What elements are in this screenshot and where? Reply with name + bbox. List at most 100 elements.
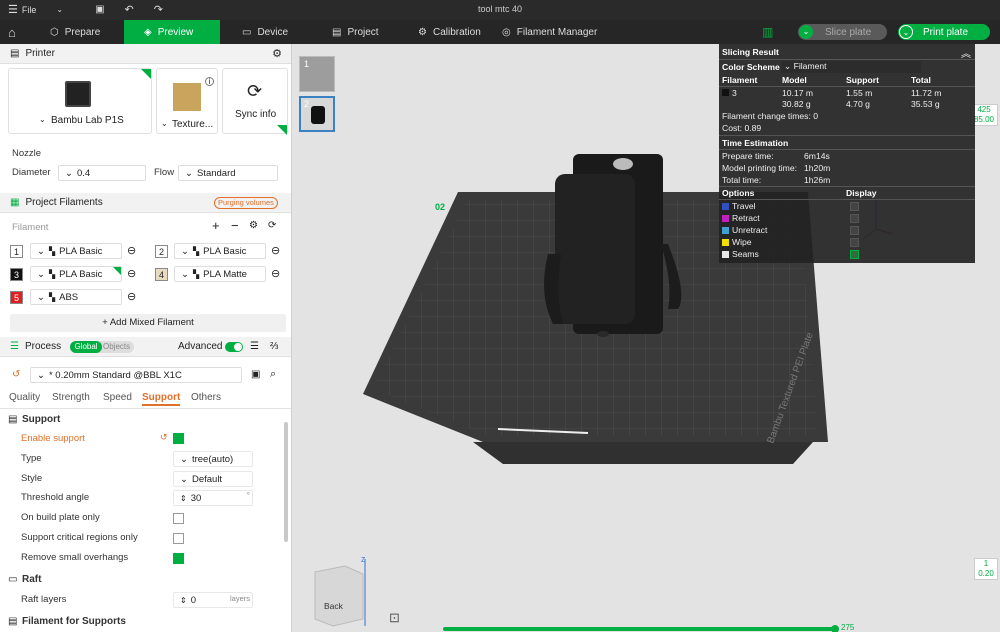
cube-icon: ⬡ [50,26,59,38]
filament-options-icon[interactable]: ⊖ [127,290,136,303]
sync-info-button[interactable]: ⟳ Sync info [222,68,288,135]
layer-bottom-number: 1 [983,559,989,568]
unretract-label: Unretract [732,225,768,235]
home-button[interactable]: ⌂ [0,20,32,44]
view-cube-back[interactable]: Back [324,601,343,611]
stepper-icon[interactable]: ⇕ [180,596,187,605]
color-scheme-select[interactable]: ⌄ Filament [781,61,921,73]
seams-display-checkbox[interactable] [850,250,859,259]
tab-filament-manager[interactable]: ◎ Filament Manager [492,20,612,44]
nozzle-diameter-select[interactable]: ⌄ 0.4 [58,165,146,181]
filament-select[interactable]: ⌄ ▚ PLA Matte [174,266,266,282]
plate-type-card[interactable]: i ⌄ Texture... [156,68,218,134]
reset-icon[interactable]: ↺ [12,369,20,380]
filament-type-icon: ▚ [192,269,200,279]
tab-preview[interactable]: ◈ Preview [124,20,220,44]
support-style-value: Default [191,473,223,485]
add-filament-icon[interactable]: + [212,218,220,233]
unretract-display-checkbox[interactable] [850,226,859,235]
printer-card[interactable]: ⌄ Bambu Lab P1S [8,68,152,134]
plate-thumbnail-selected[interactable]: 2 [299,96,335,132]
subtab-strength[interactable]: Strength [52,392,90,403]
camera-view-icon[interactable]: ⊡ [389,610,400,626]
usage-total-m: 11.72 m [911,88,942,98]
prepare-time-value: 6m14s [804,151,830,161]
tab-prepare[interactable]: ⬡ Prepare [40,20,120,44]
option-retract: Retract [722,213,972,223]
filament-options-icon[interactable]: ⊖ [127,267,136,280]
scrollbar[interactable] [284,422,288,542]
critical-regions-checkbox[interactable] [173,533,184,544]
filament-type-icon: ▚ [48,269,56,279]
plate-thumbnail[interactable]: 1 [299,56,335,92]
search-icon[interactable]: ⌕ [270,368,276,381]
reset-icon[interactable]: ↺ [160,432,168,443]
move-slider-handle[interactable] [831,625,839,632]
stepper-icon[interactable]: ⇕ [180,494,187,503]
filament-supports-heading: Filament for Supports [22,616,126,627]
build-plate-only-checkbox[interactable] [173,513,184,524]
settings-gear-icon[interactable]: ⚙ [272,47,282,60]
tab-calibration[interactable]: ⚙ Calibration [408,20,498,44]
filament-settings-icon[interactable]: ⚙ [249,220,258,231]
subtab-others[interactable]: Others [191,392,221,403]
subtab-quality[interactable]: Quality [9,392,40,403]
global-objects-toggle[interactable]: Global Objects [70,341,134,353]
filament-select[interactable]: ⌄ ▚ PLA Basic [30,243,122,259]
slice-plate-label: Slice plate [825,26,872,38]
filament-number: 1 [10,245,23,258]
printed-model[interactable] [544,154,682,337]
layer-bottom-height: 0.20 [978,569,994,578]
list-view-icon[interactable]: ☰ [250,341,259,352]
sidebar-toggle-icon[interactable]: ▥ [762,25,773,39]
enable-support-checkbox[interactable] [173,433,184,444]
global-toggle-option[interactable]: Global [70,341,102,353]
chevron-down-icon[interactable]: ⌄ [899,25,913,39]
remove-overhangs-checkbox[interactable] [173,553,184,564]
remove-filament-icon[interactable]: − [231,218,239,233]
process-preset-select[interactable]: ⌄ * 0.20mm Standard @BBL X1C [30,367,242,383]
layer-bottom-readout[interactable]: 1 0.20 [974,558,998,580]
threshold-angle-input[interactable]: ⇕ 30 ° [173,490,253,506]
chevron-down-icon[interactable]: ⌄ [39,115,46,124]
monitor-icon: ▭ [242,26,252,38]
support-type-select[interactable]: ⌄ tree(auto) [173,451,253,467]
retract-display-checkbox[interactable] [850,214,859,223]
filament-sync-icon[interactable]: ⟳ [268,220,276,231]
chevron-down-icon[interactable]: ⌄ [799,25,813,39]
raft-layers-input[interactable]: ⇕ 0 layers [173,592,253,608]
filament-options-icon[interactable]: ⊖ [271,244,280,257]
subtab-speed[interactable]: Speed [103,392,132,403]
advanced-toggle[interactable] [225,342,243,352]
filament-type-icon: ▚ [192,246,200,256]
print-plate-button[interactable]: ⌄ Print plate [898,24,990,40]
purging-volumes-button[interactable]: Purging volumes [214,197,278,209]
compare-icon[interactable]: ⅔ [270,341,278,352]
filament-type-icon: ▚ [48,246,56,256]
flow-select[interactable]: ⌄ Standard [178,165,278,181]
filament-select[interactable]: ⌄ ▚ ABS [30,289,122,305]
tab-prepare-label: Prepare [64,26,101,38]
tab-project[interactable]: ▤ Project [322,20,402,44]
move-slider[interactable] [443,627,835,631]
filament-select[interactable]: ⌄ ▚ PLA Basic [174,243,266,259]
subtab-support[interactable]: Support [142,392,181,406]
seams-swatch [722,251,729,259]
filament-select[interactable]: ⌄ ▚ PLA Basic [30,266,122,282]
add-mixed-filament-button[interactable]: + Add Mixed Filament [10,314,286,332]
collapse-icon[interactable]: ︽ [961,45,971,60]
tab-preview-label: Preview [157,26,194,38]
filament-options-icon[interactable]: ⊖ [127,244,136,257]
sync-icon: ⟳ [247,81,263,101]
save-preset-icon[interactable]: ▣ [251,369,260,380]
travel-display-checkbox[interactable] [850,202,859,211]
chevron-down-icon[interactable]: ⌄ [161,119,168,128]
wipe-display-checkbox[interactable] [850,238,859,247]
tab-device[interactable]: ▭ Device [232,20,312,44]
support-style-select[interactable]: ⌄ Default [173,471,253,487]
slice-plate-button[interactable]: ⌄ Slice plate [798,24,887,40]
objects-toggle-option[interactable]: Objects [103,341,130,353]
tab-calibration-label: Calibration [432,26,481,38]
info-icon[interactable]: i [205,77,214,86]
filament-options-icon[interactable]: ⊖ [271,267,280,280]
